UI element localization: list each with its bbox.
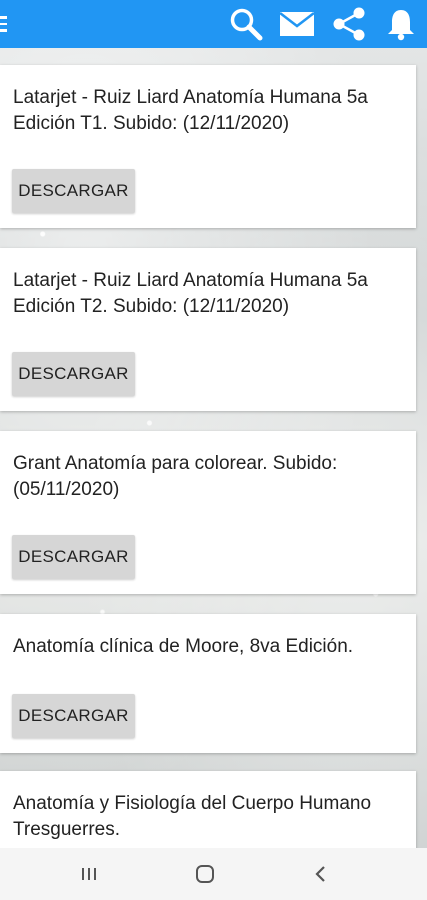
item-title: Grant Anatomía para colorear. Subido: (0…	[13, 453, 338, 500]
download-button[interactable]: DESCARGAR	[12, 169, 135, 213]
home-icon[interactable]	[190, 860, 220, 888]
share-icon[interactable]	[331, 6, 367, 42]
download-button[interactable]: DESCARGAR	[12, 694, 135, 738]
list-item: Latarjet - Ruiz Liard Anatomía Humana 5a…	[0, 248, 416, 411]
search-icon[interactable]	[228, 6, 264, 42]
download-button[interactable]: DESCARGAR	[12, 352, 135, 396]
menu-icon[interactable]	[0, 16, 7, 32]
item-title: Latarjet - Ruiz Liard Anatomía Humana 5a…	[13, 87, 368, 134]
app-bar	[0, 0, 427, 48]
system-nav-bar	[0, 848, 427, 900]
recent-apps-icon[interactable]	[74, 860, 104, 888]
list-item: Latarjet - Ruiz Liard Anatomía Humana 5a…	[0, 65, 416, 228]
download-button[interactable]: DESCARGAR	[12, 535, 135, 579]
item-title: Latarjet - Ruiz Liard Anatomía Humana 5a…	[13, 270, 368, 317]
bell-icon[interactable]	[383, 6, 419, 42]
item-title: Anatomía y Fisiología del Cuerpo Humano …	[13, 793, 372, 840]
list-item: Anatomía clínica de Moore, 8va Edición. …	[0, 614, 416, 753]
list-item: Grant Anatomía para colorear. Subido: (0…	[0, 431, 416, 594]
back-icon[interactable]	[305, 860, 335, 888]
mail-icon[interactable]	[279, 6, 315, 42]
item-title: Anatomía clínica de Moore, 8va Edición.	[13, 636, 354, 657]
